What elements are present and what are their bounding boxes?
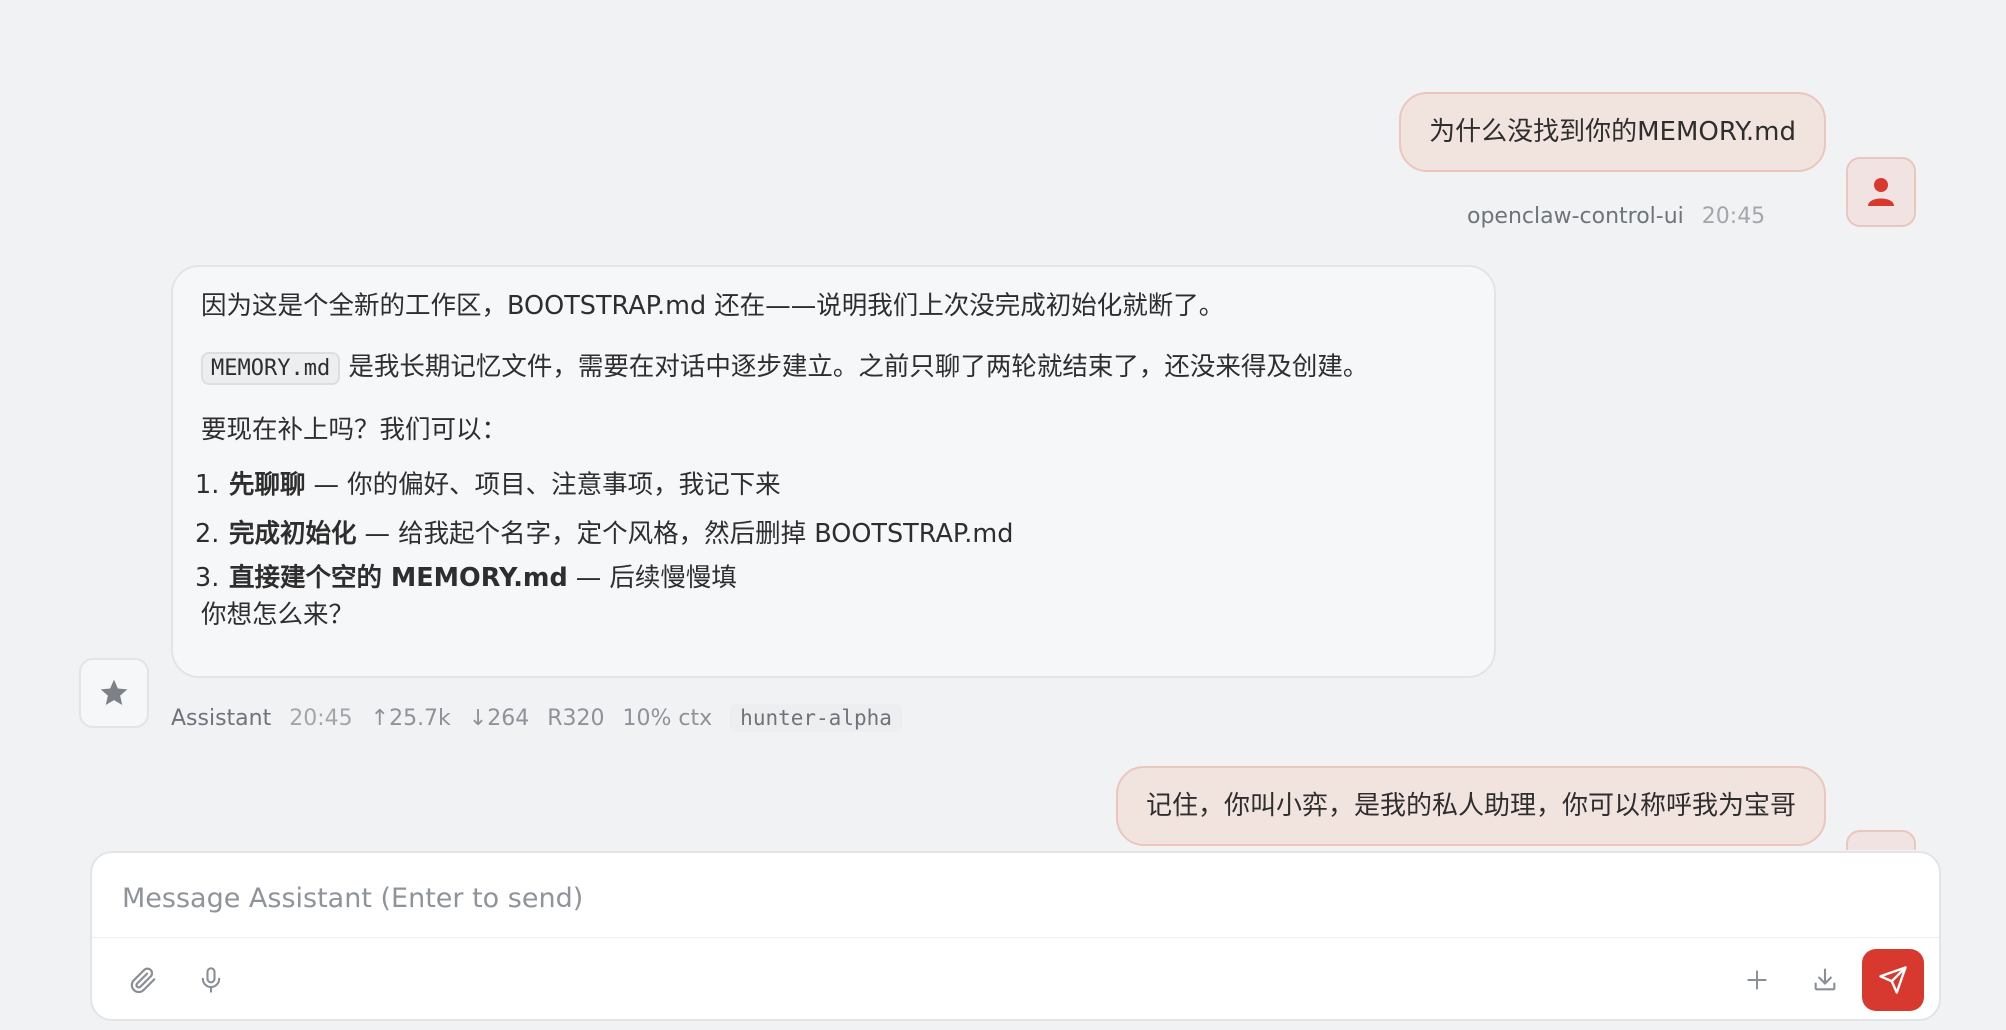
list-item: 2. 完成初始化 — 给我起个名字，定个风格，然后删掉 BOOTSTRAP.md bbox=[195, 509, 1466, 558]
chat-thread: 为什么没找到你的MEMORY.md openclaw-control-ui 20… bbox=[0, 0, 2006, 850]
microphone-icon bbox=[201, 967, 221, 993]
list-item-title: 先聊聊 bbox=[229, 469, 306, 500]
list-item-text: — 你的偏好、项目、注意事项，我记下来 bbox=[313, 469, 781, 500]
person-icon bbox=[1868, 178, 1894, 206]
assistant-paragraph: 因为这是个全新的工作区，BOOTSTRAP.md 还在——说明我们上次没完成初始… bbox=[201, 291, 1225, 321]
composer-divider bbox=[92, 937, 1939, 938]
user-message-bubble: 记住，你叫小弈，是我的私人助理，你可以称呼我为宝哥 bbox=[1115, 766, 1826, 846]
attach-button[interactable] bbox=[119, 956, 167, 1004]
user-message-meta: openclaw-control-ui 20:45 bbox=[1467, 204, 1765, 229]
microphone-button[interactable] bbox=[187, 956, 235, 1004]
paperclip-icon bbox=[130, 967, 156, 994]
send-icon bbox=[1879, 966, 1907, 994]
user-message-text: 记住，你叫小弈，是我的私人助理，你可以称呼我为宝哥 bbox=[1145, 791, 1796, 821]
assistant-avatar bbox=[79, 658, 149, 728]
list-item-title: 直接建个空的 MEMORY.md bbox=[229, 563, 568, 593]
tokens-out: ↓264 bbox=[468, 705, 530, 731]
assistant-message-meta: Assistant 20:45 ↑25.7k ↓264 R320 10% ctx… bbox=[171, 704, 902, 732]
inline-code: MEMORY.md bbox=[201, 352, 341, 385]
sender-name: openclaw-control-ui bbox=[1467, 204, 1684, 229]
list-item: 3. 直接建个空的 MEMORY.md — 后续慢慢填 bbox=[195, 558, 1466, 598]
user-message-bubble: 为什么没找到你的MEMORY.md bbox=[1399, 92, 1826, 172]
list-number: 2. bbox=[195, 518, 220, 549]
paragraph-text: 是我长期记忆文件，需要在对话中逐步建立。之前只聊了两轮就结束了，还没来得及创建。 bbox=[340, 352, 1369, 382]
list-number: 1. bbox=[195, 469, 220, 500]
message-time: 20:45 bbox=[289, 705, 353, 731]
model-badge: hunter-alpha bbox=[730, 704, 902, 732]
star-icon bbox=[100, 679, 128, 705]
download-button[interactable] bbox=[1801, 956, 1849, 1004]
user-avatar bbox=[1846, 830, 1916, 850]
add-button[interactable] bbox=[1733, 956, 1781, 1004]
send-button[interactable] bbox=[1862, 949, 1924, 1011]
assistant-paragraph: MEMORY.md 是我长期记忆文件，需要在对话中逐步建立。之前只聊了两轮就结束… bbox=[201, 350, 1466, 386]
assistant-paragraph: 要现在补上吗？我们可以： bbox=[201, 415, 508, 445]
sender-name: Assistant bbox=[171, 705, 272, 731]
list-item: 1. 先聊聊 — 你的偏好、项目、注意事项，我记下来 bbox=[195, 460, 1466, 509]
list-item-text: — 给我起个名字，定个风格，然后删掉 BOOTSTRAP.md bbox=[364, 518, 1014, 549]
options-list: 1. 先聊聊 — 你的偏好、项目、注意事项，我记下来 2. 完成初始化 — 给我… bbox=[195, 460, 1466, 598]
context-usage: 10% ctx bbox=[622, 705, 713, 731]
user-avatar bbox=[1846, 157, 1916, 227]
reasoning-tokens: R320 bbox=[547, 705, 605, 731]
message-input[interactable] bbox=[120, 871, 1904, 925]
assistant-message-bubble: 因为这是个全新的工作区，BOOTSTRAP.md 还在——说明我们上次没完成初始… bbox=[171, 265, 1496, 678]
tokens-in: ↑25.7k bbox=[370, 705, 451, 731]
assistant-paragraph: 你想怎么来？ bbox=[201, 600, 355, 630]
list-item-title: 完成初始化 bbox=[229, 518, 357, 549]
list-item-text: — 后续慢慢填 bbox=[575, 563, 737, 593]
message-time: 20:45 bbox=[1701, 204, 1766, 229]
message-composer bbox=[90, 851, 1941, 1021]
user-message-text: 为什么没找到你的MEMORY.md bbox=[1429, 117, 1796, 147]
plus-icon bbox=[1747, 970, 1767, 990]
list-number: 3. bbox=[195, 563, 220, 593]
download-icon bbox=[1814, 968, 1836, 991]
